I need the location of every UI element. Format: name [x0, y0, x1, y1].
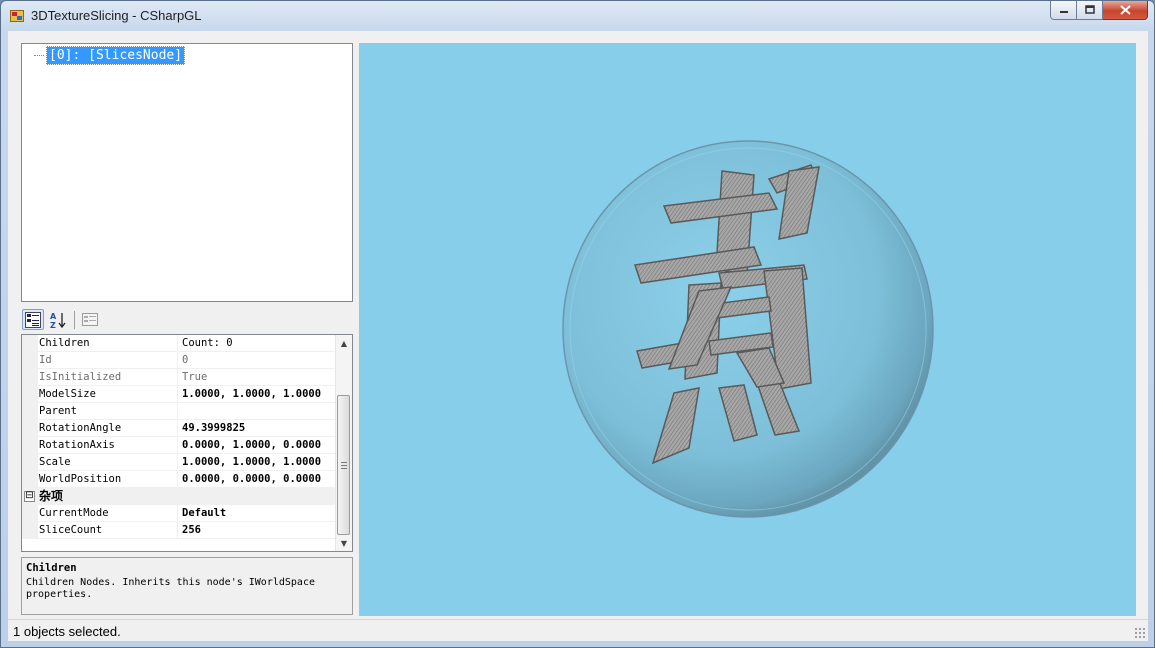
property-row-modelsize[interactable]: ModelSize 1.0000, 1.0000, 1.0000 [22, 386, 336, 403]
categorized-button[interactable] [22, 309, 44, 330]
property-value[interactable]: Count: 0 [179, 335, 337, 352]
client-area: [0]: [SlicesNode] A Z Children Count: 0 … [8, 31, 1148, 641]
resize-grip-icon[interactable] [1134, 627, 1146, 639]
property-value[interactable]: 49.3999825 [179, 420, 337, 437]
svg-text:Z: Z [50, 321, 56, 329]
property-pages-button[interactable] [79, 309, 101, 330]
property-name: Id [38, 352, 178, 369]
property-name: WorldPosition [38, 471, 178, 488]
property-row-currentmode[interactable]: CurrentMode Default [22, 505, 336, 522]
property-grid[interactable]: Children Count: 0 Id 0 IsInitialized Tru… [21, 334, 353, 552]
property-value[interactable]: 1.0000, 1.0000, 1.0000 [179, 386, 337, 403]
property-row-worldposition[interactable]: WorldPosition 0.0000, 0.0000, 0.0000 [22, 471, 336, 488]
property-row-rotationaxis[interactable]: RotationAxis 0.0000, 1.0000, 0.0000 [22, 437, 336, 454]
description-title: Children [26, 562, 77, 574]
tree-connector-line [34, 55, 44, 56]
property-name: ModelSize [38, 386, 178, 403]
property-pages-icon [82, 312, 98, 326]
app-window: 3DTextureSlicing - CSharpGL [0]: [Slices… [0, 0, 1155, 648]
property-name: RotationAngle [38, 420, 178, 437]
close-button[interactable] [1103, 1, 1148, 20]
maximize-button[interactable] [1077, 1, 1103, 20]
property-value[interactable]: Default [179, 505, 337, 522]
app-icon[interactable] [9, 8, 25, 24]
property-value[interactable]: 1.0000, 1.0000, 1.0000 [179, 454, 337, 471]
property-name: CurrentMode [38, 505, 178, 522]
scroll-thumb[interactable] [337, 395, 350, 535]
property-name: Scale [38, 454, 178, 471]
property-name: RotationAxis [38, 437, 178, 454]
minimize-button[interactable] [1050, 1, 1077, 20]
property-description-panel: Children Children Nodes. Inherits this n… [21, 557, 353, 615]
property-row-children[interactable]: Children Count: 0 [22, 335, 336, 352]
title-bar[interactable]: 3DTextureSlicing - CSharpGL [1, 1, 1154, 31]
alphabetical-button[interactable]: A Z [47, 309, 69, 330]
close-icon [1119, 5, 1131, 15]
opengl-render-viewport[interactable] [359, 43, 1136, 616]
scroll-down-arrow-icon[interactable]: ▼ [336, 535, 352, 551]
toolbar-separator [74, 311, 75, 329]
property-grid-scrollbar[interactable]: ▲ ▼ [335, 335, 352, 551]
property-value[interactable]: 256 [179, 522, 337, 539]
property-value[interactable]: 0.0000, 1.0000, 0.0000 [179, 437, 337, 454]
property-row-parent[interactable]: Parent [22, 403, 336, 420]
description-text: Children Nodes. Inherits this node's IWo… [26, 577, 315, 600]
scene-tree-view[interactable]: [0]: [SlicesNode] [21, 43, 353, 302]
property-row-id[interactable]: Id 0 [22, 352, 336, 369]
alphabetical-icon: A Z [50, 312, 66, 329]
scroll-up-arrow-icon[interactable]: ▲ [336, 335, 352, 351]
property-name: Children [38, 335, 178, 352]
property-row-slicecount[interactable]: SliceCount 256 [22, 522, 336, 539]
property-rows: Children Count: 0 Id 0 IsInitialized Tru… [22, 335, 336, 539]
collapse-toggle-icon[interactable]: ⊟ [24, 491, 35, 502]
property-name: IsInitialized [38, 369, 178, 386]
property-value[interactable] [179, 403, 337, 420]
property-value[interactable]: 0.0000, 0.0000, 0.0000 [179, 471, 337, 488]
property-name: Parent [38, 403, 178, 420]
svg-text:A: A [50, 312, 57, 321]
property-row-rotationangle[interactable]: RotationAngle 49.3999825 [22, 420, 336, 437]
property-row-isinitialized[interactable]: IsInitialized True [22, 369, 336, 386]
window-title: 3DTextureSlicing - CSharpGL [31, 8, 202, 23]
category-label: 杂项 [39, 489, 64, 503]
property-value[interactable]: 0 [179, 352, 337, 369]
property-value[interactable]: True [179, 369, 337, 386]
minimize-icon [1059, 11, 1068, 13]
property-name: SliceCount [38, 522, 178, 539]
category-row-misc[interactable]: ⊟ 杂项 [22, 488, 336, 505]
categorized-icon [25, 311, 41, 328]
property-row-scale[interactable]: Scale 1.0000, 1.0000, 1.0000 [22, 454, 336, 471]
maximize-icon [1084, 5, 1095, 14]
caption-buttons [1050, 1, 1148, 21]
status-text: 1 objects selected. [13, 624, 121, 639]
status-bar: 1 objects selected. [8, 619, 1148, 641]
volume-render-scene [562, 140, 934, 518]
tree-node-slices-node[interactable]: [0]: [SlicesNode] [46, 46, 186, 65]
property-grid-toolbar: A Z [21, 308, 353, 333]
